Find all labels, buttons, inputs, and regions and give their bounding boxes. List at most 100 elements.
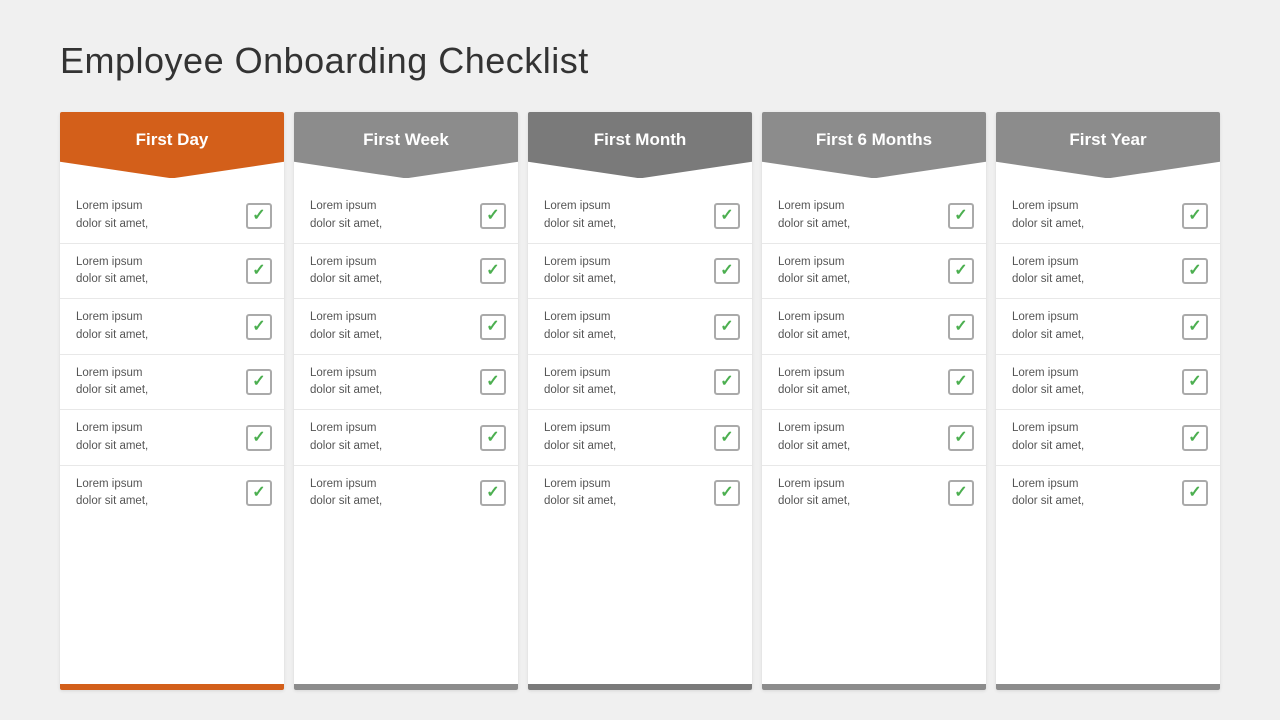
item-text: Lorem ipsum dolor sit amet, <box>310 309 382 344</box>
column-header-first-week: First Week <box>294 112 518 178</box>
list-item: Lorem ipsum dolor sit amet, ✓ <box>294 188 518 244</box>
list-item: Lorem ipsum dolor sit amet, ✓ <box>294 299 518 355</box>
column-first-year: First YearLorem ipsum dolor sit amet,✓Lo… <box>996 112 1220 690</box>
column-header-title-first-day: First Day <box>136 130 209 150</box>
checkmark-icon: ✓ <box>1188 430 1201 446</box>
checkbox[interactable]: ✓ <box>714 203 740 229</box>
item-text: Lorem ipsum dolor sit amet, <box>310 198 382 233</box>
checkbox[interactable]: ✓ <box>480 480 506 506</box>
columns-container: First DayLorem ipsum dolor sit amet,✓Lor… <box>60 112 1220 690</box>
column-body-first-day: Lorem ipsum dolor sit amet, ✓ Lorem ipsum … <box>60 178 284 684</box>
list-item: Lorem ipsum dolor sit amet, ✓ <box>996 355 1220 411</box>
checkbox[interactable]: ✓ <box>948 425 974 451</box>
checkbox[interactable]: ✓ <box>246 314 272 340</box>
column-body-first-year: Lorem ipsum dolor sit amet, ✓ Lorem ipsum … <box>996 178 1220 684</box>
checkmark-icon: ✓ <box>720 263 733 279</box>
list-item: Lorem ipsum dolor sit amet,✓ <box>996 466 1220 521</box>
list-item: Lorem ipsum dolor sit amet, ✓ <box>60 355 284 411</box>
checkmark-icon: ✓ <box>1188 208 1201 224</box>
item-text: Lorem ipsum dolor sit amet, <box>778 476 850 511</box>
item-text: Lorem ipsum dolor sit amet, <box>76 254 148 289</box>
item-text: Lorem ipsum dolor sit amet, <box>1012 309 1084 344</box>
checkmark-icon: ✓ <box>720 374 733 390</box>
column-header-title-first-month: First Month <box>594 130 687 150</box>
list-item: Lorem ipsum dolor sit amet, ✓ <box>762 299 986 355</box>
checkmark-icon: ✓ <box>720 430 733 446</box>
list-item: Lorem ipsum dolor sit amet,✓ <box>996 244 1220 300</box>
column-body-first-month: Lorem ipsum dolor sit amet, ✓ Lorem ipsum … <box>528 178 752 684</box>
checkbox[interactable]: ✓ <box>948 314 974 340</box>
page-title: Employee Onboarding Checklist <box>60 40 1220 82</box>
checkbox[interactable]: ✓ <box>246 425 272 451</box>
list-item: Lorem ipsum dolor sit amet,✓ <box>528 410 752 466</box>
list-item: Lorem ipsum dolor sit amet,✓ <box>60 188 284 244</box>
checkbox[interactable]: ✓ <box>714 425 740 451</box>
checkmark-icon: ✓ <box>954 374 967 390</box>
column-footer-first-6-months <box>762 684 986 690</box>
checkbox[interactable]: ✓ <box>1182 314 1208 340</box>
item-text: Lorem ipsum dolor sit amet, <box>778 309 850 344</box>
column-body-first-week: Lorem ipsum dolor sit amet, ✓ Lorem ipsum … <box>294 178 518 684</box>
checkbox[interactable]: ✓ <box>1182 258 1208 284</box>
checkbox[interactable]: ✓ <box>480 258 506 284</box>
list-item: Lorem ipsum dolor sit amet, ✓ <box>528 188 752 244</box>
checkbox[interactable]: ✓ <box>948 480 974 506</box>
item-text: Lorem ipsum dolor sit amet, <box>544 365 616 400</box>
checkbox[interactable]: ✓ <box>714 314 740 340</box>
checkbox[interactable]: ✓ <box>714 258 740 284</box>
checkbox[interactable]: ✓ <box>246 258 272 284</box>
checkbox[interactable]: ✓ <box>1182 369 1208 395</box>
item-text: Lorem ipsum dolor sit amet, <box>778 365 850 400</box>
column-header-title-first-year: First Year <box>1069 130 1146 150</box>
checkbox[interactable]: ✓ <box>480 314 506 340</box>
list-item: Lorem ipsum dolor sit amet, ✓ <box>996 410 1220 466</box>
checkmark-icon: ✓ <box>252 263 265 279</box>
list-item: Lorem ipsum dolor sit amet, ✓ <box>528 355 752 411</box>
checkmark-icon: ✓ <box>954 263 967 279</box>
checkbox[interactable]: ✓ <box>246 369 272 395</box>
checkmark-icon: ✓ <box>252 208 265 224</box>
checkmark-icon: ✓ <box>252 485 265 501</box>
checkmark-icon: ✓ <box>720 319 733 335</box>
checkmark-icon: ✓ <box>252 319 265 335</box>
column-footer-first-month <box>528 684 752 690</box>
checkbox[interactable]: ✓ <box>480 203 506 229</box>
checkmark-icon: ✓ <box>486 374 499 390</box>
item-text: Lorem ipsum dolor sit amet, <box>76 365 148 400</box>
checkbox[interactable]: ✓ <box>480 369 506 395</box>
checkbox[interactable]: ✓ <box>948 369 974 395</box>
list-item: Lorem ipsum dolor sit amet,✓ <box>294 355 518 411</box>
checkmark-icon: ✓ <box>1188 374 1201 390</box>
checkbox[interactable]: ✓ <box>948 203 974 229</box>
checkbox[interactable]: ✓ <box>246 480 272 506</box>
checkbox[interactable]: ✓ <box>1182 480 1208 506</box>
item-text: Lorem ipsum dolor sit amet, <box>1012 365 1084 400</box>
checkbox[interactable]: ✓ <box>246 203 272 229</box>
list-item: Lorem ipsum dolor sit amet, ✓ <box>762 466 986 521</box>
list-item: Lorem ipsum dolor sit amet,✓ <box>762 244 986 300</box>
checkbox[interactable]: ✓ <box>714 480 740 506</box>
checkbox[interactable]: ✓ <box>948 258 974 284</box>
column-footer-first-year <box>996 684 1220 690</box>
checkbox[interactable]: ✓ <box>1182 425 1208 451</box>
list-item: Lorem ipsum dolor sit amet,✓ <box>294 466 518 521</box>
item-text: Lorem ipsum dolor sit amet, <box>544 198 616 233</box>
list-item: Lorem ipsum dolor sit amet,✓ <box>762 188 986 244</box>
item-text: Lorem ipsum dolor sit amet, <box>1012 420 1084 455</box>
list-item: Lorem ipsum dolor sit amet,✓ <box>762 410 986 466</box>
list-item: Lorem ipsum dolor sit amet,✓ <box>60 466 284 521</box>
checkmark-icon: ✓ <box>954 208 967 224</box>
checkmark-icon: ✓ <box>1188 319 1201 335</box>
checkbox[interactable]: ✓ <box>1182 203 1208 229</box>
list-item: Lorem ipsum dolor sit amet,✓ <box>294 410 518 466</box>
item-text: Lorem ipsum dolor sit amet, <box>310 254 382 289</box>
column-header-first-year: First Year <box>996 112 1220 178</box>
list-item: Lorem ipsum dolor sit amet, ✓ <box>60 299 284 355</box>
item-text: Lorem ipsum dolor sit amet, <box>544 254 616 289</box>
checkbox[interactable]: ✓ <box>480 425 506 451</box>
item-text: Lorem ipsum dolor sit amet, <box>544 476 616 511</box>
list-item: Lorem ipsum dolor sit amet, ✓ <box>294 244 518 300</box>
list-item: Lorem ipsum dolor sit amet, ✓ <box>996 299 1220 355</box>
item-text: Lorem ipsum dolor sit amet, <box>76 309 148 344</box>
checkbox[interactable]: ✓ <box>714 369 740 395</box>
